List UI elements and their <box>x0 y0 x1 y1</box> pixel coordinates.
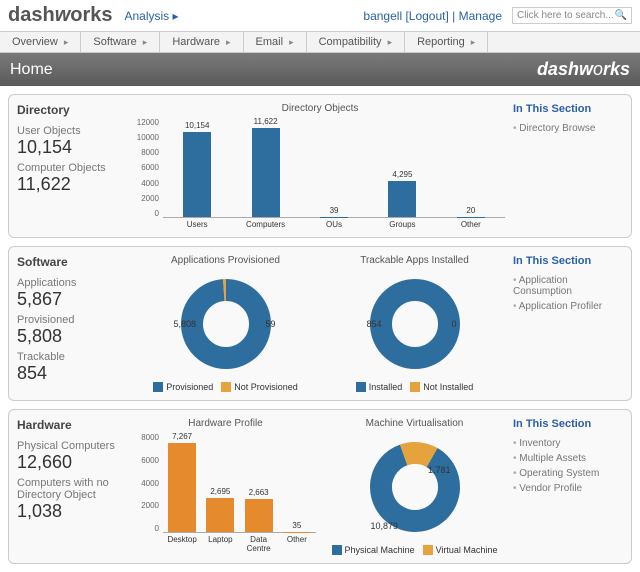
navbar: Overview▸ Software▸ Hardware▸ Email▸ Com… <box>0 31 640 53</box>
user-link[interactable]: bangell <box>363 9 402 23</box>
hardware-bars: 7,2672,6952,66335 <box>163 433 316 533</box>
stat-label: Applications <box>17 277 127 289</box>
in-section-header: In This Section <box>513 418 623 430</box>
stat-value: 5,867 <box>17 289 127 310</box>
link-app-profiler[interactable]: Application Profiler <box>513 299 623 314</box>
nav-hardware[interactable]: Hardware▸ <box>160 32 243 52</box>
legend-item: Physical Machine <box>345 545 415 555</box>
y-axis: 80006000400020000 <box>135 433 163 533</box>
donut-label: 5,808 <box>174 319 197 329</box>
logo: dashworks <box>8 4 113 27</box>
donut-virtualisation: 10,879 1,781 <box>365 437 465 537</box>
link-app-consumption[interactable]: Application Consumption <box>513 273 623 299</box>
chart-title: Applications Provisioned <box>171 255 280 266</box>
chart-title: Trackable Apps Installed <box>360 255 469 266</box>
manage-link[interactable]: Manage <box>459 9 502 23</box>
donut-trackable: 854 0 <box>365 274 465 374</box>
stat-value: 12,660 <box>17 452 127 473</box>
link-operating-system[interactable]: Operating System <box>513 466 623 481</box>
stat-label: Computers with no Directory Object <box>17 477 127 501</box>
donut-label: 1,781 <box>428 465 451 475</box>
search-input[interactable]: Click here to search... 🔍 <box>512 7 632 24</box>
legend-item: Provisioned <box>166 382 213 392</box>
nav-overview[interactable]: Overview▸ <box>0 32 81 52</box>
page-title: Home <box>10 61 53 79</box>
nav-compatibility[interactable]: Compatibility▸ <box>307 32 406 52</box>
directory-title: Directory <box>17 103 127 117</box>
legend-item: Installed <box>369 382 403 392</box>
chart-title: Machine Virtualisation <box>366 418 464 429</box>
legend-item: Virtual Machine <box>436 545 498 555</box>
donut-provisioned: 5,808 59 <box>176 274 276 374</box>
legend-item: Not Installed <box>423 382 473 392</box>
donut-label: 59 <box>265 319 275 329</box>
link-multiple-assets[interactable]: Multiple Assets <box>513 451 623 466</box>
link-directory-browse[interactable]: Directory Browse <box>513 121 623 136</box>
stat-label: Trackable <box>17 351 127 363</box>
stat-value: 854 <box>17 363 127 384</box>
stat-value: 5,808 <box>17 326 127 347</box>
nav-reporting[interactable]: Reporting▸ <box>405 32 488 52</box>
stat-value: 10,154 <box>17 137 127 158</box>
link-vendor-profile[interactable]: Vendor Profile <box>513 481 623 496</box>
stat-label: Physical Computers <box>17 440 127 452</box>
nav-email[interactable]: Email▸ <box>244 32 307 52</box>
logout-link[interactable]: [Logout] <box>405 9 448 23</box>
brand-label: dashworks <box>537 59 630 80</box>
hardware-title: Hardware <box>17 418 127 432</box>
search-icon: 🔍 <box>615 10 627 21</box>
directory-panel: Directory User Objects 10,154 Computer O… <box>8 94 632 238</box>
donut-label: 0 <box>451 319 456 329</box>
link-inventory[interactable]: Inventory <box>513 436 623 451</box>
in-section-header: In This Section <box>513 103 623 115</box>
stat-label: User Objects <box>17 125 127 137</box>
software-title: Software <box>17 255 127 269</box>
y-axis: 120001000080006000400020000 <box>135 118 163 218</box>
donut-label: 854 <box>367 319 382 329</box>
stat-value: 1,038 <box>17 501 127 522</box>
donut-label: 10,879 <box>371 521 399 531</box>
software-panel: Software Applications 5,867 Provisioned … <box>8 246 632 401</box>
chart-title: Hardware Profile <box>188 418 262 429</box>
in-section-header: In This Section <box>513 255 623 267</box>
directory-bars: 10,15411,622394,29520 <box>163 118 505 218</box>
stat-label: Computer Objects <box>17 162 127 174</box>
hardware-panel: Hardware Physical Computers 12,660 Compu… <box>8 409 632 564</box>
analysis-link[interactable]: Analysis ▸ <box>125 9 179 23</box>
stat-value: 11,622 <box>17 174 127 195</box>
nav-software[interactable]: Software▸ <box>81 32 160 52</box>
legend-item: Not Provisioned <box>234 382 298 392</box>
chart-title: Directory Objects <box>282 103 359 114</box>
stat-label: Provisioned <box>17 314 127 326</box>
